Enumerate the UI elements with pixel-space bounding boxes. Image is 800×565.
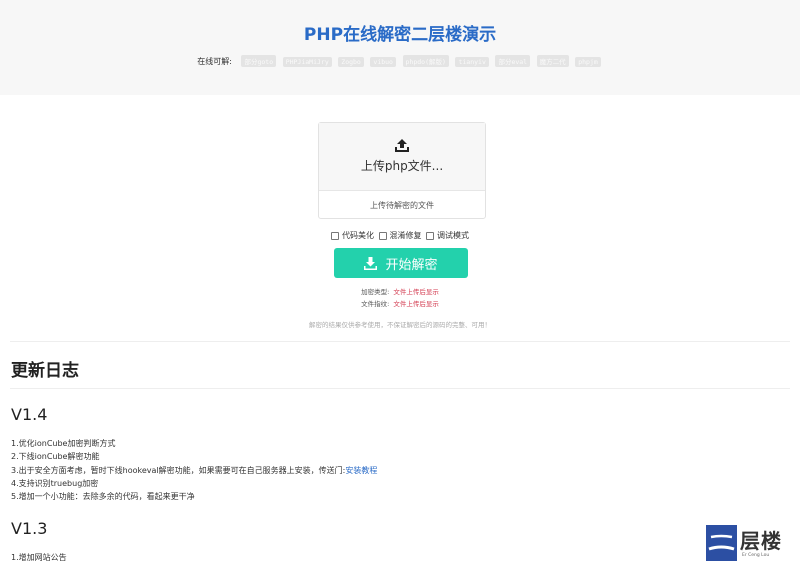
list-item: 2.下线ionCube解密功能	[11, 452, 100, 462]
file-hash-row: 文件指纹: 文件上传后显示	[0, 298, 800, 308]
changelog-title: 更新日志	[11, 361, 79, 381]
logo-mark	[706, 525, 737, 561]
upload-dropzone[interactable]: 上传php文件... 上传待解密的文件	[318, 122, 486, 219]
options-row: 代码美化 混淆修复 调试模式	[0, 230, 800, 242]
list-item: 4.支持识别truebug加密	[11, 478, 99, 488]
file-hash-label: 文件指纹:	[361, 300, 390, 308]
supported-formats-row: 在线可解: 部分goto PHPJiaMiJry Zogbo vibuo php…	[0, 55, 800, 67]
list-item: 3.出于安全方面考虑，暂时下线hookeval解密功能，如果需要可在自己服务器上…	[11, 464, 377, 477]
download-icon	[364, 256, 378, 270]
supported-label: 在线可解:	[197, 57, 232, 66]
deobfuscate-checkbox[interactable]	[378, 231, 387, 240]
beautify-checkbox[interactable]	[330, 231, 339, 240]
format-tag: phpjm	[575, 57, 601, 67]
encrypt-type-value: 文件上传后显示	[393, 288, 439, 296]
list-item: 5.增加一个小功能：去除多余的代码，看起来更干净	[11, 492, 195, 502]
format-tag: phpdo(解版)	[402, 55, 449, 67]
format-tag: 部分goto	[241, 55, 277, 67]
divider	[10, 341, 790, 342]
option-label: 混淆修复	[389, 231, 422, 240]
site-logo[interactable]: 层楼 Er Ceng Lou	[706, 525, 792, 563]
upload-title: 上传php文件...	[360, 159, 444, 173]
option-beautify[interactable]: 代码美化	[330, 230, 374, 241]
format-tag: Zogbo	[338, 57, 364, 67]
format-tag: 部分eval	[495, 55, 531, 67]
disclaimer-text: 解密的结果仅供参考使用，不保证解密后的源码的完整、可用！	[309, 321, 491, 329]
start-button-label: 开始解密	[385, 257, 438, 273]
header-section: PHP在线解密二层楼演示 在线可解: 部分goto PHPJiaMiJry Zo…	[0, 0, 800, 95]
version-heading: V1.4	[11, 405, 48, 424]
upload-subtitle: 上传待解密的文件	[370, 201, 434, 210]
format-tag: vibuo	[370, 57, 396, 67]
option-debug[interactable]: 调试模式	[426, 230, 469, 241]
changelog-list: 1.优化ionCube加密判断方式 2.下线ionCube解密功能 3.出于安全…	[11, 437, 377, 503]
start-decrypt-button[interactable]: 开始解密	[334, 248, 468, 278]
version-heading: V1.3	[11, 519, 48, 538]
list-item-text: 3.出于安全方面考虑，暂时下线hookeval解密功能，如果需要可在自己服务器上…	[11, 465, 346, 475]
upload-area[interactable]: 上传php文件...	[319, 123, 485, 191]
option-deobfuscate[interactable]: 混淆修复	[378, 230, 422, 241]
format-tag: 魔方二代	[536, 55, 569, 67]
install-guide-link[interactable]: 安装教程	[345, 466, 377, 475]
logo-mark-icon	[708, 534, 735, 551]
encrypt-type-row: 加密类型: 文件上传后显示	[0, 286, 800, 296]
page-title: PHP在线解密二层楼演示	[303, 25, 497, 45]
list-item: 1.优化ionCube加密判断方式	[11, 439, 116, 448]
changelog-list: 1.增加网站公告	[11, 551, 67, 564]
format-tag: PHPJiaMiJry	[282, 57, 332, 67]
encrypt-type-label: 加密类型:	[361, 288, 390, 296]
option-label: 调试模式	[437, 231, 470, 240]
list-item: 1.增加网站公告	[11, 553, 67, 562]
upload-icon	[395, 139, 409, 152]
debug-checkbox[interactable]	[426, 231, 435, 240]
option-label: 代码美化	[341, 231, 374, 240]
divider	[10, 388, 790, 389]
logo-text: 层楼	[740, 529, 782, 553]
format-tag: tianyiv	[455, 57, 489, 67]
logo-subtitle: Er Ceng Lou	[742, 553, 770, 558]
file-hash-value: 文件上传后显示	[393, 300, 439, 308]
